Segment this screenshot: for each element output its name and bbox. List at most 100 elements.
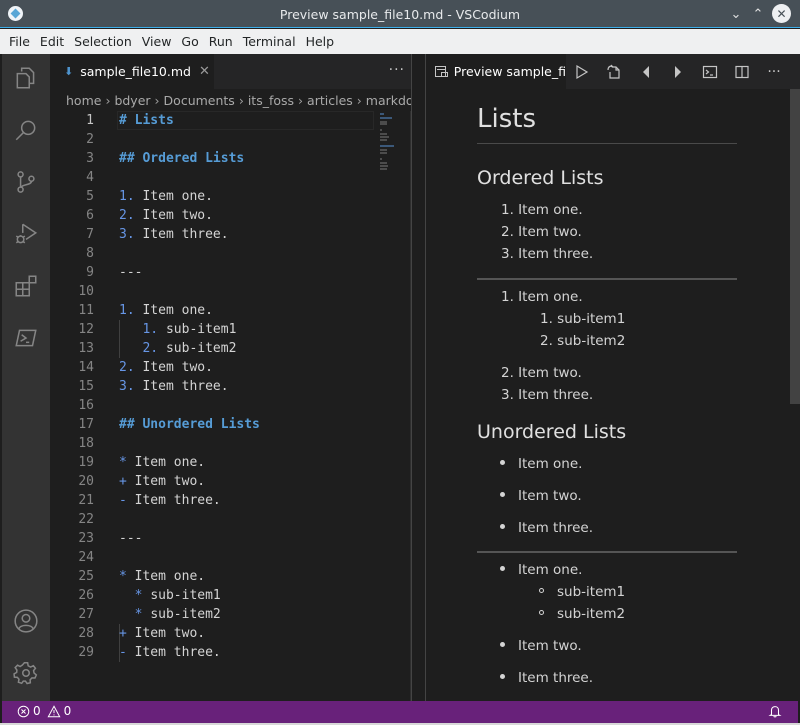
code-line[interactable]: 25 * Item one. xyxy=(50,567,411,586)
settings-button[interactable] xyxy=(2,649,50,697)
code-line[interactable]: 10 xyxy=(50,282,411,301)
warning-icon xyxy=(47,704,61,717)
editor-split-divider[interactable] xyxy=(411,54,425,701)
menu-edit[interactable]: Edit xyxy=(35,34,69,49)
menu-file[interactable]: File xyxy=(4,34,35,49)
menu-help[interactable]: Help xyxy=(301,34,340,49)
split-editor-icon xyxy=(735,65,749,78)
more-actions-button[interactable]: ··· xyxy=(389,62,405,78)
code-line[interactable]: 17 ## Unordered Lists xyxy=(50,415,411,434)
code-line[interactable]: 21 - Item three. xyxy=(50,491,411,510)
list-item: Item one. xyxy=(500,456,582,472)
breadcrumb-item[interactable]: markdow xyxy=(366,93,411,108)
terminal-button[interactable] xyxy=(694,54,726,89)
menu-terminal[interactable]: Terminal xyxy=(238,34,301,49)
maximize-button[interactable]: ⌃ xyxy=(748,4,768,24)
line-text: 1. Item one. xyxy=(119,189,213,204)
explorer-icon xyxy=(16,67,35,89)
preview-icon xyxy=(435,66,448,77)
search-button[interactable] xyxy=(2,106,50,154)
code-line[interactable]: 1 # Lists xyxy=(50,111,411,130)
code-line[interactable]: 7 3. Item three. xyxy=(50,225,411,244)
code-line[interactable]: 20 + Item two. xyxy=(50,472,411,491)
line-number: 3 xyxy=(86,151,94,166)
menu-run[interactable]: Run xyxy=(204,34,238,49)
code-line[interactable]: 2 xyxy=(50,130,411,149)
breadcrumb-item[interactable]: its_foss xyxy=(248,93,294,108)
list-sub-item: 1. sub-item1 xyxy=(540,311,626,327)
line-number: 27 xyxy=(78,607,94,622)
code-line[interactable]: 9 --- xyxy=(50,263,411,282)
previous-change-button[interactable] xyxy=(630,54,662,89)
list-item: Item two. xyxy=(500,638,582,654)
menu-selection[interactable]: Selection xyxy=(69,34,137,49)
line-text: 2. Item two. xyxy=(119,360,213,375)
list-item: Item one. xyxy=(500,562,582,578)
code-line[interactable]: 22 xyxy=(50,510,411,529)
minimize-button[interactable]: ⌄ xyxy=(726,4,746,24)
run-debug-icon xyxy=(15,223,38,244)
code-line[interactable]: 23 --- xyxy=(50,529,411,548)
chevron-right-icon: › xyxy=(105,92,111,108)
code-line[interactable]: 27 * sub-item2 xyxy=(50,605,411,624)
menu-view[interactable]: View xyxy=(137,34,177,49)
activity-bar xyxy=(2,54,50,701)
code-line[interactable]: 28 + Item two. xyxy=(50,624,411,643)
bullet-icon xyxy=(500,491,505,497)
run-debug-button[interactable] xyxy=(2,210,50,258)
code-line[interactable]: 12 1. sub-item1 xyxy=(50,320,411,339)
minimap[interactable] xyxy=(376,111,411,171)
code-line[interactable]: 5 1. Item one. xyxy=(50,187,411,206)
code-line[interactable]: 13 2. sub-item2 xyxy=(50,339,411,358)
close-tab-icon[interactable]: ✕ xyxy=(199,64,210,79)
line-text: * sub-item1 xyxy=(119,588,221,603)
powershell-button[interactable] xyxy=(2,314,50,362)
tab-sample-file[interactable]: ⬇ sample_file10.md ✕ xyxy=(50,54,214,89)
code-line[interactable]: 15 3. Item three. xyxy=(50,377,411,396)
editor-group-preview: Preview sample_fi ··· Lists Ordered List… xyxy=(425,54,800,701)
code-line[interactable]: 18 xyxy=(50,434,411,453)
more-actions-button[interactable]: ··· xyxy=(758,54,790,89)
line-text: 3. Item three. xyxy=(119,227,229,242)
close-button[interactable]: ✕ xyxy=(772,4,791,23)
code-line[interactable]: 14 2. Item two. xyxy=(50,358,411,377)
breadcrumb-item[interactable]: Documents xyxy=(164,93,235,108)
preview-tab-bar: Preview sample_fi ··· xyxy=(426,54,800,89)
preview-scrollbar[interactable] xyxy=(790,89,800,404)
tab-preview[interactable]: Preview sample_fi xyxy=(426,54,566,89)
code-editor[interactable]: 1 # Lists 2 3 ## Ordered Lists 4 5 1. Item one.… xyxy=(50,111,411,701)
run-button[interactable] xyxy=(566,54,598,89)
code-line[interactable]: 11 1. Item one. xyxy=(50,301,411,320)
split-editor-button[interactable] xyxy=(726,54,758,89)
line-number: 10 xyxy=(78,284,94,299)
menu-go[interactable]: Go xyxy=(176,34,203,49)
open-source-button[interactable] xyxy=(598,54,630,89)
extensions-button[interactable] xyxy=(2,262,50,310)
code-line[interactable]: 24 xyxy=(50,548,411,567)
notifications-bell-icon xyxy=(768,706,782,718)
accounts-button[interactable] xyxy=(2,597,50,645)
next-change-button[interactable] xyxy=(662,54,694,89)
breadcrumb-item[interactable]: articles xyxy=(307,93,353,108)
code-line[interactable]: 26 * sub-item1 xyxy=(50,586,411,605)
line-number: 12 xyxy=(78,322,94,337)
breadcrumb-item[interactable]: bdyer xyxy=(114,93,150,108)
breadcrumb-item[interactable]: home xyxy=(66,93,101,108)
code-line[interactable]: 16 xyxy=(50,396,411,415)
code-line[interactable]: 19 * Item one. xyxy=(50,453,411,472)
explorer-button[interactable] xyxy=(2,54,50,102)
line-number: 23 xyxy=(78,531,94,546)
code-line[interactable]: 8 xyxy=(50,244,411,263)
breadcrumb: home › bdyer › Documents › its_foss › articl… xyxy=(50,89,411,111)
notifications-button[interactable] xyxy=(768,704,782,721)
line-number: 13 xyxy=(78,341,94,356)
code-line[interactable]: 3 ## Ordered Lists xyxy=(50,149,411,168)
error-icon xyxy=(17,705,30,717)
line-number: 21 xyxy=(78,493,94,508)
code-line[interactable]: 6 2. Item two. xyxy=(50,206,411,225)
code-line[interactable]: 4 xyxy=(50,168,411,187)
code-line[interactable]: 29 - Item three. xyxy=(50,643,411,662)
problems-indicator[interactable]: 0 0 xyxy=(17,704,71,718)
source-control-button[interactable] xyxy=(2,158,50,206)
preview-heading-unordered: Unordered Lists xyxy=(477,421,627,443)
